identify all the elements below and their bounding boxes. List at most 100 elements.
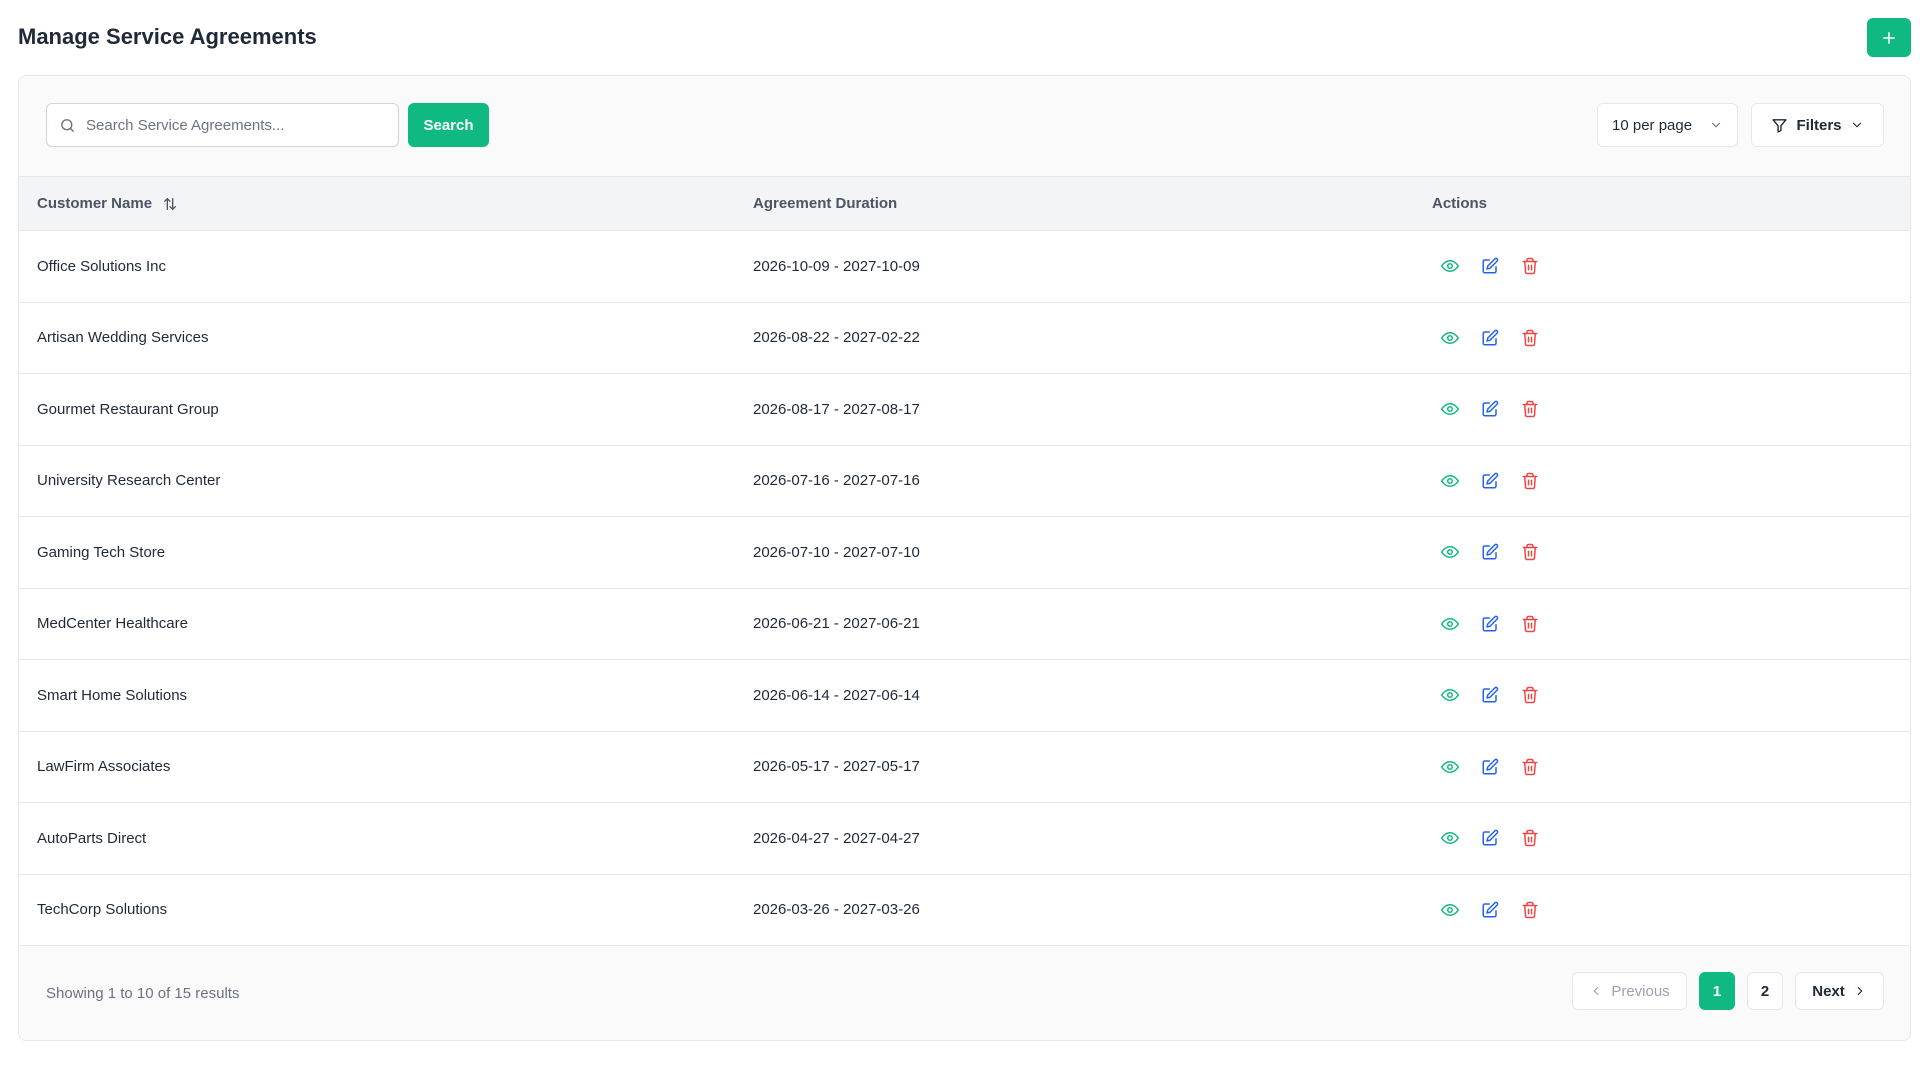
eye-icon xyxy=(1441,331,1459,344)
table-row: TechCorp Solutions 2026-03-26 - 2027-03-2… xyxy=(19,874,1910,946)
delete-button[interactable] xyxy=(1520,828,1540,848)
trash-icon xyxy=(1522,758,1538,775)
edit-icon xyxy=(1482,901,1499,918)
next-label: Next xyxy=(1812,982,1845,1000)
edit-icon xyxy=(1482,329,1499,346)
view-button[interactable] xyxy=(1440,828,1460,848)
customer-name-cell: University Research Center xyxy=(37,472,221,490)
actions-cell xyxy=(1432,445,1910,517)
actions-cell xyxy=(1432,517,1910,589)
table-row: University Research Center 2026-07-16 - 2… xyxy=(19,445,1910,517)
edit-button[interactable] xyxy=(1480,542,1500,562)
page-button-2[interactable]: 2 xyxy=(1747,972,1783,1010)
edit-button[interactable] xyxy=(1480,614,1500,634)
edit-button[interactable] xyxy=(1480,328,1500,348)
delete-button[interactable] xyxy=(1520,328,1540,348)
actions-cell xyxy=(1432,588,1910,660)
agreement-duration-cell: 2026-08-17 - 2027-08-17 xyxy=(753,400,920,418)
next-page-button[interactable]: Next xyxy=(1795,972,1884,1010)
page-button-1[interactable]: 1 xyxy=(1699,972,1735,1010)
edit-icon xyxy=(1482,615,1499,632)
view-button[interactable] xyxy=(1440,614,1460,634)
table-header-row: Customer Name Agreement Duration Actions xyxy=(19,176,1910,231)
trash-icon xyxy=(1522,687,1538,704)
agreement-duration-cell: 2026-08-22 - 2027-02-22 xyxy=(753,329,920,347)
edit-button[interactable] xyxy=(1480,471,1500,491)
eye-icon xyxy=(1441,546,1459,559)
edit-icon xyxy=(1482,686,1499,703)
view-button[interactable] xyxy=(1440,256,1460,276)
customer-name-cell: Gaming Tech Store xyxy=(37,543,166,561)
view-button[interactable] xyxy=(1440,471,1460,491)
trash-icon xyxy=(1522,544,1538,561)
delete-button[interactable] xyxy=(1520,685,1540,705)
toolbar: Search 10 per page Filters xyxy=(19,76,1910,176)
filters-label: Filters xyxy=(1796,116,1842,134)
customer-name-cell: AutoParts Direct xyxy=(37,829,147,847)
customer-name-cell: Office Solutions Inc xyxy=(37,257,166,275)
edit-button[interactable] xyxy=(1480,256,1500,276)
column-header-agreement-duration: Agreement Duration xyxy=(753,195,898,212)
edit-button[interactable] xyxy=(1480,900,1500,920)
column-header-customer-name[interactable]: Customer Name xyxy=(19,177,753,231)
eye-icon xyxy=(1441,617,1459,630)
delete-button[interactable] xyxy=(1520,900,1540,920)
edit-button[interactable] xyxy=(1480,757,1500,777)
search-input[interactable] xyxy=(86,116,376,134)
delete-button[interactable] xyxy=(1520,399,1540,419)
per-page-select[interactable]: 10 per page xyxy=(1597,103,1738,147)
table-row: Smart Home Solutions 2026-06-14 - 2027-06… xyxy=(19,660,1910,731)
column-label: Customer Name xyxy=(37,195,153,212)
actions-cell xyxy=(1432,374,1910,446)
agreements-table: Customer Name Agreement Duration Actions… xyxy=(19,176,1910,946)
view-button[interactable] xyxy=(1440,900,1460,920)
trash-icon xyxy=(1522,615,1538,632)
trash-icon xyxy=(1522,401,1538,418)
view-button[interactable] xyxy=(1440,542,1460,562)
edit-icon xyxy=(1482,543,1499,560)
search-box[interactable] xyxy=(46,103,399,147)
previous-page-button[interactable]: Previous xyxy=(1572,972,1687,1010)
eye-icon xyxy=(1441,689,1459,702)
delete-button[interactable] xyxy=(1520,757,1540,777)
delete-button[interactable] xyxy=(1520,542,1540,562)
customer-name-cell: LawFirm Associates xyxy=(37,758,171,776)
actions-cell xyxy=(1432,803,1910,875)
agreement-duration-cell: 2026-10-09 - 2027-10-09 xyxy=(753,257,920,275)
chevron-right-icon xyxy=(1857,986,1863,996)
eye-icon xyxy=(1441,760,1459,773)
agreement-duration-cell: 2026-03-26 - 2027-03-26 xyxy=(753,901,920,919)
delete-button[interactable] xyxy=(1520,614,1540,634)
pagination: Previous 1 2 Next xyxy=(1572,972,1884,1010)
chevron-down-icon xyxy=(1852,122,1861,128)
eye-icon xyxy=(1441,832,1459,845)
edit-icon xyxy=(1482,758,1499,775)
table-row: Gaming Tech Store 2026-07-10 - 2027-07-10 xyxy=(19,517,1910,589)
trash-icon xyxy=(1522,329,1538,346)
view-button[interactable] xyxy=(1440,328,1460,348)
delete-button[interactable] xyxy=(1520,471,1540,491)
view-button[interactable] xyxy=(1440,399,1460,419)
delete-button[interactable] xyxy=(1520,256,1540,276)
trash-icon xyxy=(1522,901,1538,918)
edit-button[interactable] xyxy=(1480,828,1500,848)
filters-button[interactable]: Filters xyxy=(1751,103,1884,147)
customer-name-cell: Artisan Wedding Services xyxy=(37,329,209,347)
table-footer: Showing 1 to 10 of 15 results Previous 1… xyxy=(19,946,1910,1040)
search-button[interactable]: Search xyxy=(408,103,489,147)
chevron-left-icon xyxy=(1593,986,1599,996)
actions-cell xyxy=(1432,231,1910,303)
add-agreement-button[interactable] xyxy=(1867,18,1911,57)
previous-label: Previous xyxy=(1611,982,1670,1000)
search-icon xyxy=(61,118,74,132)
edit-button[interactable] xyxy=(1480,685,1500,705)
view-button[interactable] xyxy=(1440,757,1460,777)
agreement-duration-cell: 2026-06-14 - 2027-06-14 xyxy=(753,686,920,704)
actions-cell xyxy=(1432,302,1910,374)
view-button[interactable] xyxy=(1440,685,1460,705)
edit-icon xyxy=(1482,829,1499,846)
table-row: MedCenter Healthcare 2026-06-21 - 2027-06… xyxy=(19,588,1910,660)
agreements-card: Search 10 per page Filters Customer Name xyxy=(18,75,1911,1041)
edit-button[interactable] xyxy=(1480,399,1500,419)
eye-icon xyxy=(1441,260,1459,273)
